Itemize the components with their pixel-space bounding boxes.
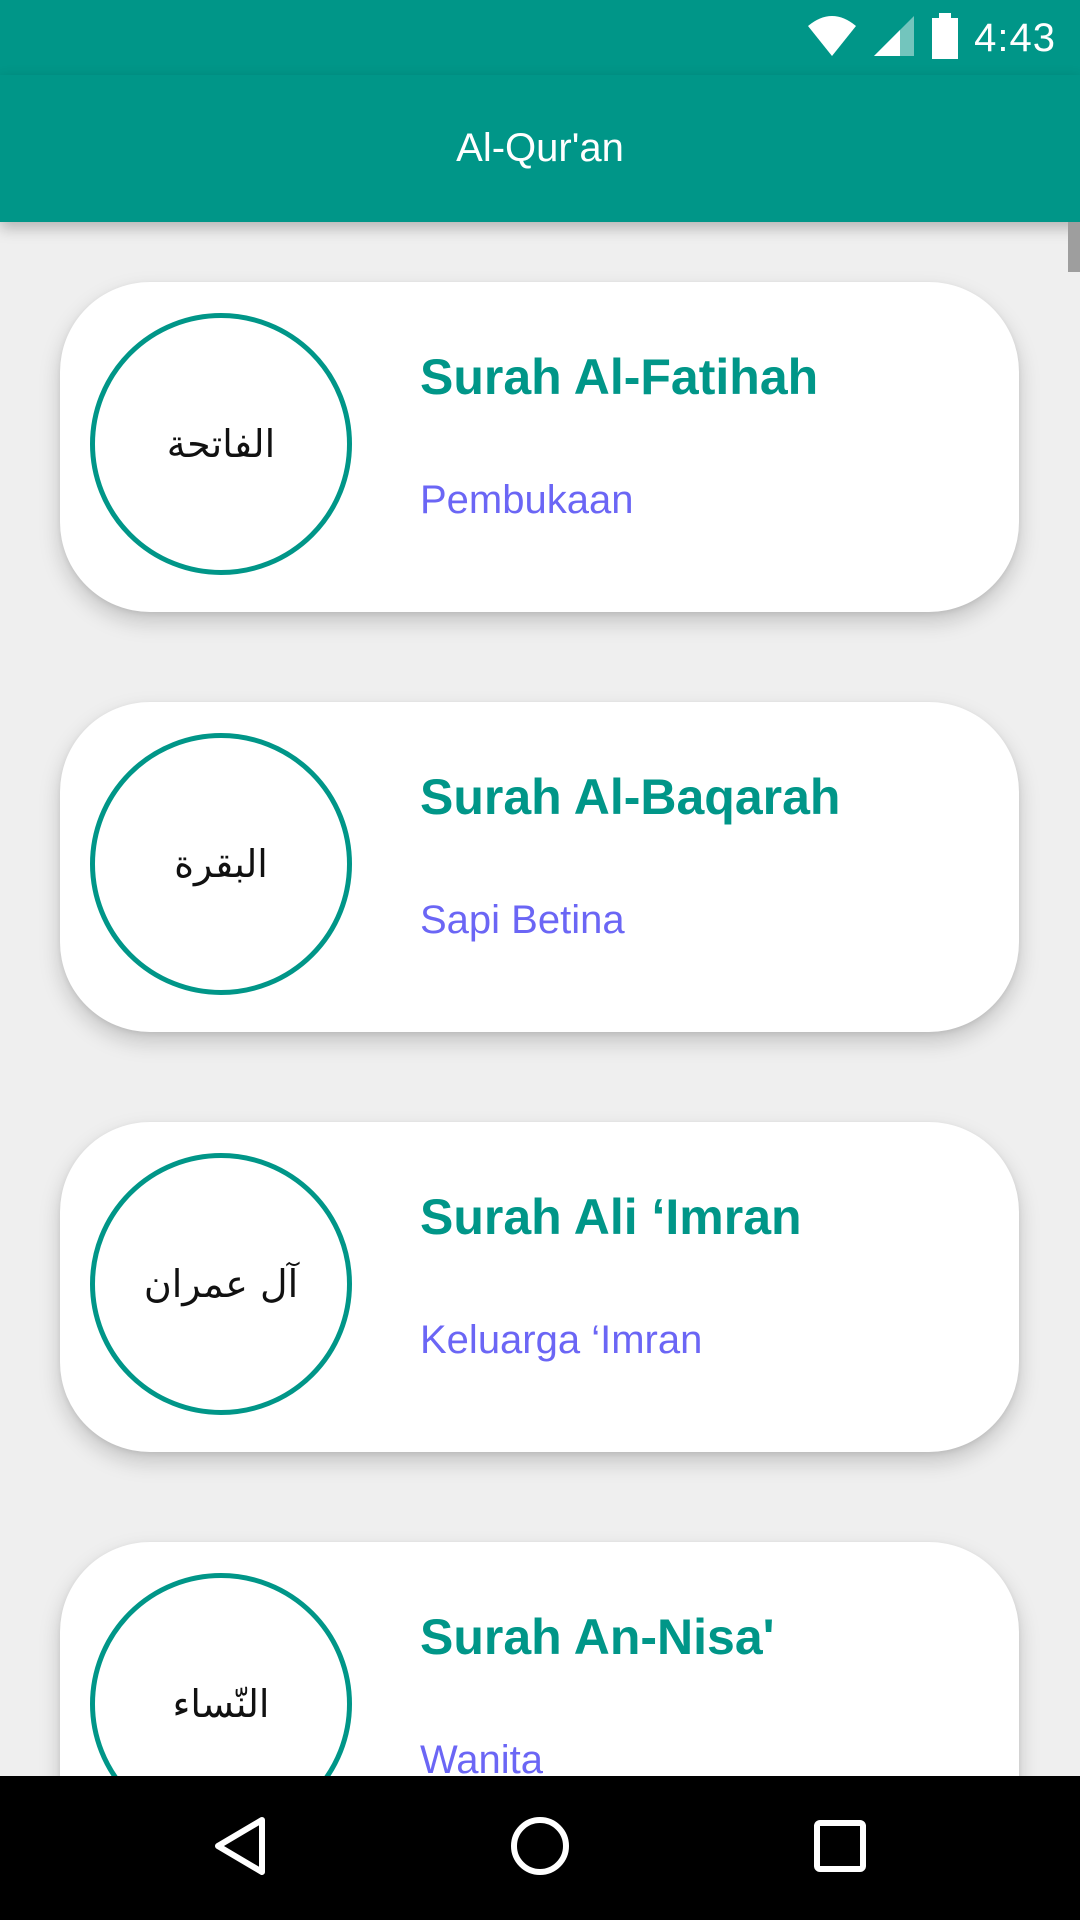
app-title: Al-Qur'an (456, 126, 624, 170)
back-button[interactable] (190, 1798, 290, 1898)
home-icon (508, 1814, 572, 1883)
surah-arabic-circle: البقرة (90, 733, 352, 995)
surah-name: Surah Al-Fatihah (420, 349, 819, 405)
surah-card[interactable]: البقرة Surah Al-Baqarah Sapi Betina (60, 702, 1019, 1032)
surah-arabic-circle: آل عمران (90, 1153, 352, 1415)
surah-card[interactable]: الفاتحة Surah Al-Fatihah Pembukaan (60, 282, 1019, 612)
recents-icon (812, 1818, 868, 1879)
surah-card[interactable]: آل عمران Surah Ali ‘Imran Keluarga ‘Imra… (60, 1122, 1019, 1452)
surah-meaning: Pembukaan (420, 478, 634, 522)
screen: 4:43 Al-Qur'an الفاتحة Surah Al-Fatihah … (0, 0, 1080, 1920)
surah-arabic-name: الفاتحة (166, 422, 276, 466)
status-icons: 4:43 (806, 12, 1056, 64)
cellular-signal-icon (872, 14, 916, 63)
surah-arabic-circle: النّساء (90, 1573, 352, 1776)
surah-meaning: Sapi Betina (420, 898, 625, 942)
status-bar: 4:43 (0, 0, 1080, 75)
back-icon (210, 1814, 270, 1883)
wifi-icon (806, 14, 858, 63)
navigation-bar (0, 1776, 1080, 1920)
surah-meaning: Wanita (420, 1738, 544, 1776)
home-button[interactable] (490, 1798, 590, 1898)
surah-arabic-circle: الفاتحة (90, 313, 352, 575)
surah-arabic-name: آل عمران (143, 1262, 299, 1306)
surah-arabic-name: البقرة (174, 842, 268, 886)
surah-arabic-name: النّساء (172, 1682, 270, 1726)
scrollbar-thumb[interactable] (1068, 222, 1080, 272)
app-bar: Al-Qur'an (0, 75, 1080, 222)
surah-meaning: Keluarga ‘Imran (420, 1318, 703, 1362)
surah-card[interactable]: النّساء Surah An-Nisa' Wanita (60, 1542, 1019, 1776)
battery-icon (930, 12, 960, 64)
surah-name: Surah An-Nisa' (420, 1609, 775, 1665)
surah-name: Surah Ali ‘Imran (420, 1189, 802, 1245)
recents-button[interactable] (790, 1798, 890, 1898)
surah-name: Surah Al-Baqarah (420, 769, 841, 825)
status-time: 4:43 (974, 15, 1056, 60)
surah-list[interactable]: الفاتحة Surah Al-Fatihah Pembukaan البقر… (0, 222, 1080, 1776)
